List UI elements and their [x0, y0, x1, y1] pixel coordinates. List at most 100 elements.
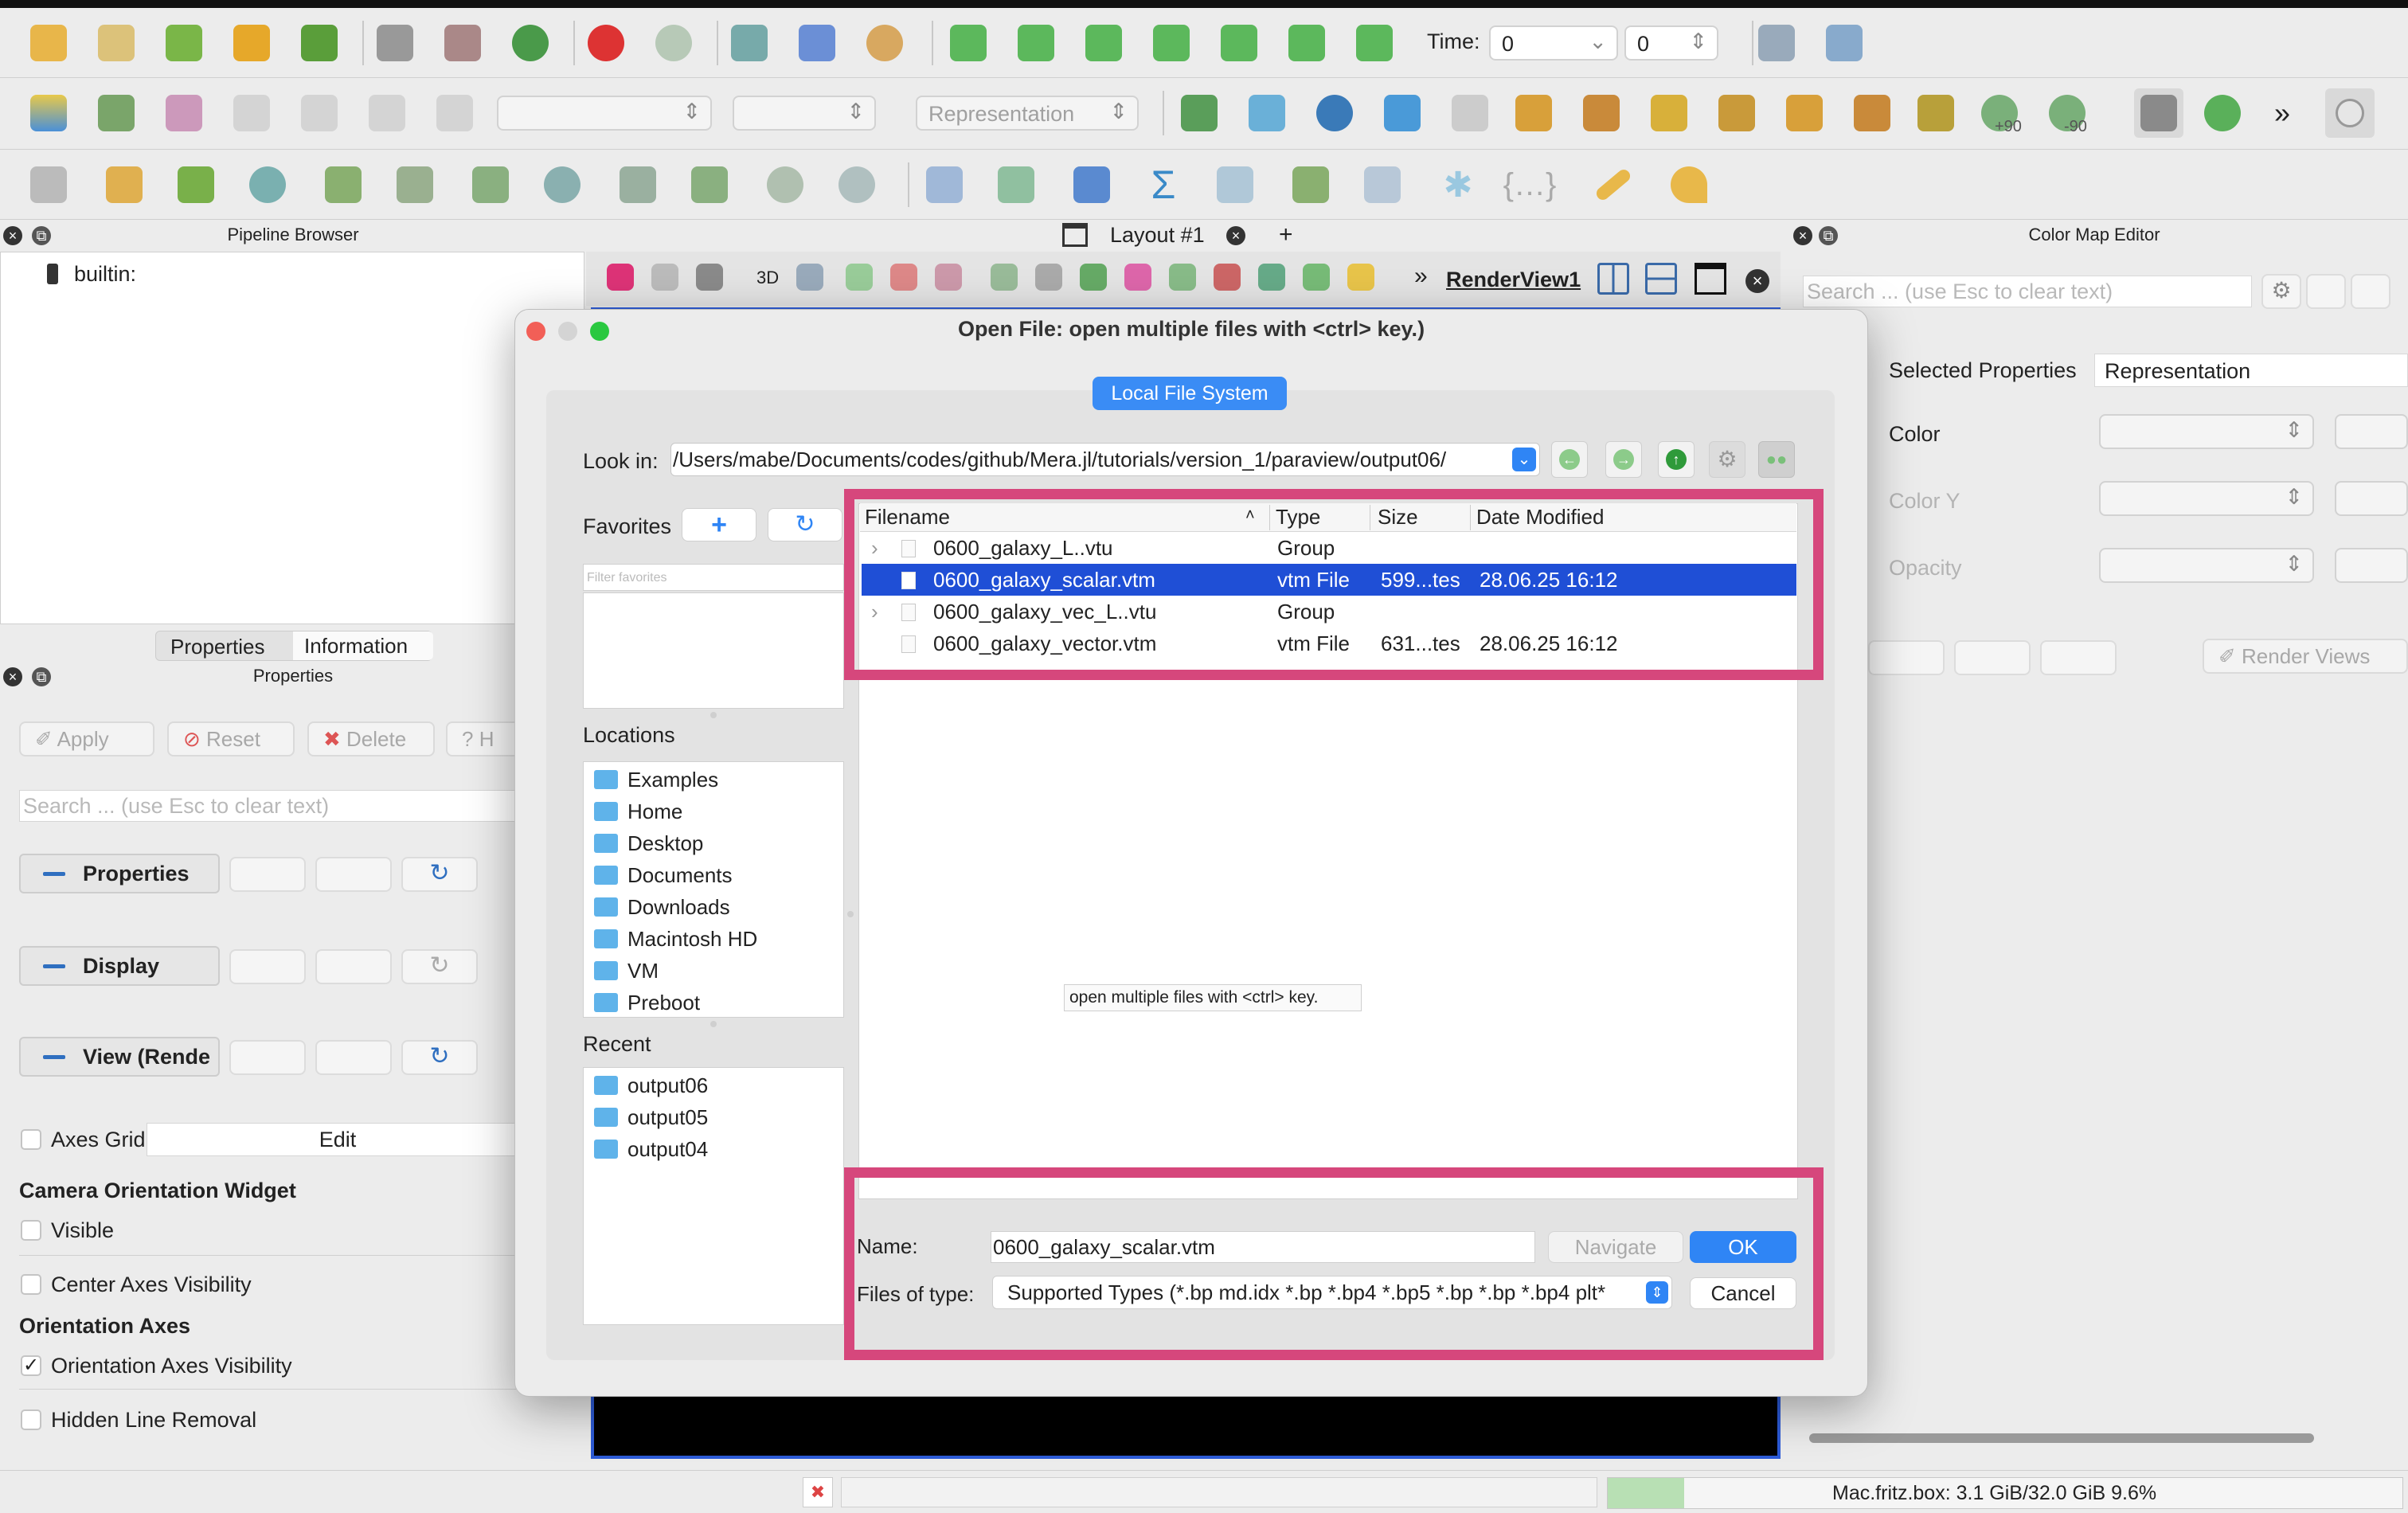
save-data-icon[interactable] — [438, 18, 487, 68]
histogram-icon[interactable] — [1067, 160, 1116, 209]
properties-section-toggle[interactable]: Properties — [19, 854, 220, 893]
look-in-combo[interactable]: /Users/mabe/Documents/codes/github/Mera.… — [670, 443, 1540, 476]
contour-icon[interactable] — [100, 160, 149, 209]
ruler-icon[interactable] — [1589, 160, 1638, 209]
query-data-icon[interactable] — [1820, 18, 1869, 68]
split-horizontal-icon[interactable] — [1597, 263, 1629, 295]
reverse-play-icon[interactable] — [1079, 18, 1128, 68]
component-combo[interactable]: ⇕ — [733, 96, 876, 131]
cme-paste-button[interactable] — [2040, 640, 2117, 675]
plot-selection-icon[interactable] — [991, 160, 1041, 209]
view-3d-toggle[interactable]: 3D — [756, 268, 779, 288]
reset-range-icon[interactable] — [159, 88, 209, 138]
representation-combo[interactable]: Representation ⇕ — [916, 96, 1139, 131]
favorites-list[interactable] — [583, 592, 844, 709]
warp-vector-icon[interactable] — [613, 160, 663, 209]
splitter-handle[interactable] — [710, 712, 717, 718]
local-file-system-tab[interactable]: Local File System — [1093, 377, 1287, 410]
calculator-icon[interactable] — [24, 160, 73, 209]
axes-grid-edit-button[interactable]: Edit — [147, 1123, 529, 1156]
last-frame-icon[interactable] — [1282, 18, 1331, 68]
split-vertical-icon[interactable] — [1645, 263, 1677, 295]
orientation-axes-checkbox[interactable]: ✓ — [21, 1355, 41, 1376]
location-item[interactable]: Desktop — [594, 831, 703, 856]
location-item[interactable]: Preboot — [594, 991, 700, 1015]
view-minus-z-icon[interactable] — [1847, 88, 1897, 138]
recent-item[interactable]: output05 — [594, 1105, 708, 1130]
play-icon[interactable] — [1147, 18, 1196, 68]
recent-folder-icon[interactable] — [92, 18, 141, 68]
cme-extra-button[interactable] — [2351, 274, 2390, 309]
glyph-icon[interactable] — [466, 160, 515, 209]
rescale-visible-icon[interactable] — [430, 88, 479, 138]
rescale-temporal-icon[interactable] — [362, 88, 412, 138]
probe-icon[interactable] — [832, 160, 882, 209]
color-by-combo[interactable]: ⇕ — [497, 96, 712, 131]
plot-over-time-icon[interactable] — [1358, 160, 1407, 209]
cme-settings-button[interactable]: ⚙ — [2261, 274, 2301, 309]
python-shell-icon[interactable] — [725, 18, 774, 68]
hover-cells-icon[interactable] — [1252, 255, 1292, 299]
axes-grid-checkbox[interactable] — [21, 1129, 41, 1150]
zoom-to-data-icon[interactable] — [1242, 88, 1292, 138]
view-minus-x-icon[interactable] — [1577, 88, 1626, 138]
view-plus-y-icon[interactable] — [1644, 88, 1694, 138]
view-section-toggle[interactable]: View (Rende — [19, 1037, 220, 1077]
visible-checkbox[interactable] — [21, 1220, 41, 1241]
capture-icon[interactable] — [600, 255, 640, 299]
refresh-view-button[interactable]: ↻ — [401, 1040, 478, 1075]
properties-search-input[interactable]: Search ... (use Esc to clear text) — [19, 790, 529, 822]
clear-selection-icon[interactable] — [1341, 255, 1381, 299]
braces-icon[interactable]: {…} — [1503, 160, 1557, 209]
status-close-icon[interactable]: ✖ — [803, 1477, 833, 1507]
back-button[interactable]: ← — [1551, 441, 1588, 478]
location-item[interactable]: Macintosh HD — [594, 927, 757, 952]
apply-button[interactable]: ✐ Apply — [19, 721, 154, 756]
save-state-icon[interactable] — [370, 18, 420, 68]
time-step-input[interactable]: 0 ⇕ — [1624, 25, 1718, 61]
grow-selection-icon[interactable] — [928, 255, 968, 299]
capture-dim-icon[interactable] — [645, 255, 685, 299]
view-plus-z-icon[interactable] — [1780, 88, 1829, 138]
temporal-stats-icon[interactable] — [1210, 160, 1260, 209]
close-view-icon[interactable]: × — [1745, 269, 1769, 293]
more-view-tools-icon[interactable]: » — [1414, 263, 1428, 290]
lightbulb-icon[interactable] — [2325, 88, 2375, 138]
hover-points-icon[interactable] — [1207, 255, 1247, 299]
layout-tab-label[interactable]: Layout #1 — [1110, 223, 1205, 248]
cme-copy-button[interactable] — [1954, 640, 2031, 675]
sigma-icon[interactable]: Σ — [1139, 160, 1188, 209]
hidden-line-checkbox[interactable] — [21, 1409, 41, 1430]
undo-icon[interactable] — [581, 18, 631, 68]
refresh-display-button[interactable]: ↻ — [401, 949, 478, 984]
forward-button[interactable]: → — [1605, 441, 1642, 478]
time-input[interactable]: 0 ⌄ — [1489, 25, 1618, 61]
reset-camera-icon[interactable] — [1175, 88, 1224, 138]
display-section-toggle[interactable]: Display — [19, 946, 220, 986]
palette-icon[interactable] — [860, 18, 909, 68]
close-layout-icon[interactable]: × — [1226, 226, 1245, 245]
copy-display-button[interactable] — [229, 949, 306, 984]
temporal-interpolator-icon[interactable] — [1286, 160, 1335, 209]
screenshot-icon[interactable] — [690, 255, 729, 299]
pipeline-tree[interactable]: builtin: — [0, 252, 584, 624]
interactive-select-icon[interactable] — [1163, 255, 1202, 299]
isometric-view-icon[interactable] — [1911, 88, 1960, 138]
first-frame-icon[interactable] — [944, 18, 993, 68]
more-toolbar-icon[interactable]: » — [2258, 88, 2307, 138]
select-cells-icon[interactable] — [839, 255, 879, 299]
edit-color-map-icon[interactable] — [92, 88, 141, 138]
extract-level-icon[interactable] — [760, 160, 810, 209]
maximize-icon[interactable] — [1695, 263, 1726, 295]
tab-information[interactable]: Information — [293, 631, 433, 660]
copy-view-button[interactable] — [229, 1040, 306, 1075]
load-state-icon[interactable] — [159, 18, 209, 68]
splitter-handle[interactable] — [847, 911, 854, 917]
select-polygon-icon[interactable] — [1118, 255, 1158, 299]
add-layout-tab[interactable]: + — [1279, 221, 1293, 248]
refresh-favorites-button[interactable]: ↻ — [768, 508, 842, 541]
redo-icon[interactable] — [649, 18, 698, 68]
paste-properties-button[interactable] — [315, 857, 392, 892]
reload-icon[interactable] — [2198, 88, 2247, 138]
reset-camera-closest-icon[interactable] — [1378, 88, 1427, 138]
